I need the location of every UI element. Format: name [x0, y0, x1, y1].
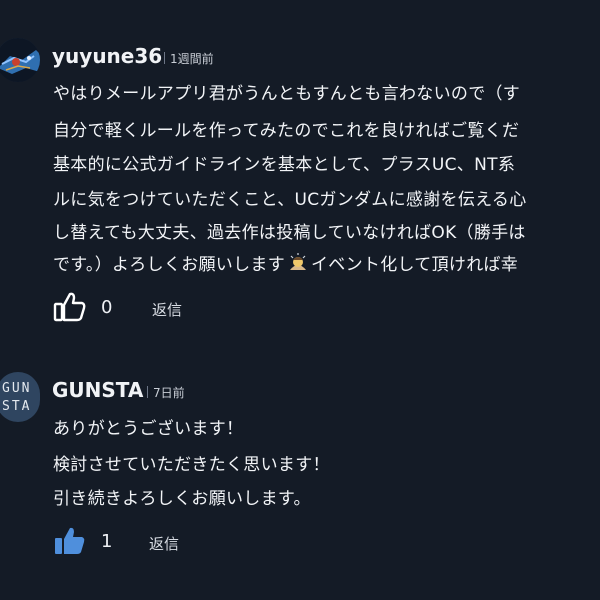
comment-timestamp: 1週間前 — [164, 50, 214, 67]
like-count: 0 — [101, 297, 113, 318]
reply-button[interactable]: 返信 — [152, 299, 182, 320]
comment-text-segment: です。）よろしくお願いします — [53, 255, 285, 275]
comment-timestamp: 7日前 — [147, 384, 185, 401]
avatar-logo-line: STA — [2, 399, 32, 414]
comment-text-segment: イベント化して頂ければ幸 — [311, 255, 519, 275]
thumbs-up-outline-icon[interactable] — [53, 291, 87, 323]
comment-text-line: し替えても大丈夫、過去作は投稿していなければOK（勝手は — [53, 223, 526, 243]
comment-text-line: 引き続きよろしくお願いします。 — [53, 489, 311, 509]
thumbs-up-filled-icon[interactable] — [53, 525, 87, 557]
comment-text-line: 自分で軽くルールを作ってみたのでこれを良ければご覧くだ — [53, 121, 520, 141]
avatar-logo-line: GUN — [2, 381, 32, 396]
comment-text-line: 検討させていただきたく思います！ — [53, 455, 330, 475]
timestamp-text: 1週間前 — [170, 52, 214, 66]
person-bowing-emoji-icon — [287, 252, 309, 274]
avatar-image — [0, 38, 40, 82]
avatar[interactable]: GUN STA — [0, 372, 40, 422]
meta-divider — [164, 52, 165, 64]
comment-text-line: やはりメールアプリ君がうんともすんとも言わないので（す — [53, 84, 521, 104]
reply-button[interactable]: 返信 — [149, 533, 179, 554]
meta-divider — [147, 386, 148, 398]
comment-author[interactable]: yuyune36 — [52, 44, 162, 68]
avatar[interactable] — [0, 38, 40, 82]
like-count: 1 — [101, 531, 113, 552]
comment-thread: yuyune36 1週間前 やはりメールアプリ君がうんともすんとも言わないので（… — [0, 0, 600, 600]
comment-text-line: ありがとうございます！ — [53, 419, 244, 439]
comment-text-line: 基本的に公式ガイドラインを基本として、プラスUC、NT系 — [53, 155, 516, 175]
comment-text-line: ルに気をつけていただくこと、UCガンダムに感謝を伝える心 — [53, 190, 527, 210]
comment-author[interactable]: GUNSTA — [52, 378, 143, 402]
comment-text-line: です。）よろしくお願いします イベント化して頂ければ幸 — [53, 250, 518, 275]
timestamp-text: 7日前 — [153, 386, 185, 400]
